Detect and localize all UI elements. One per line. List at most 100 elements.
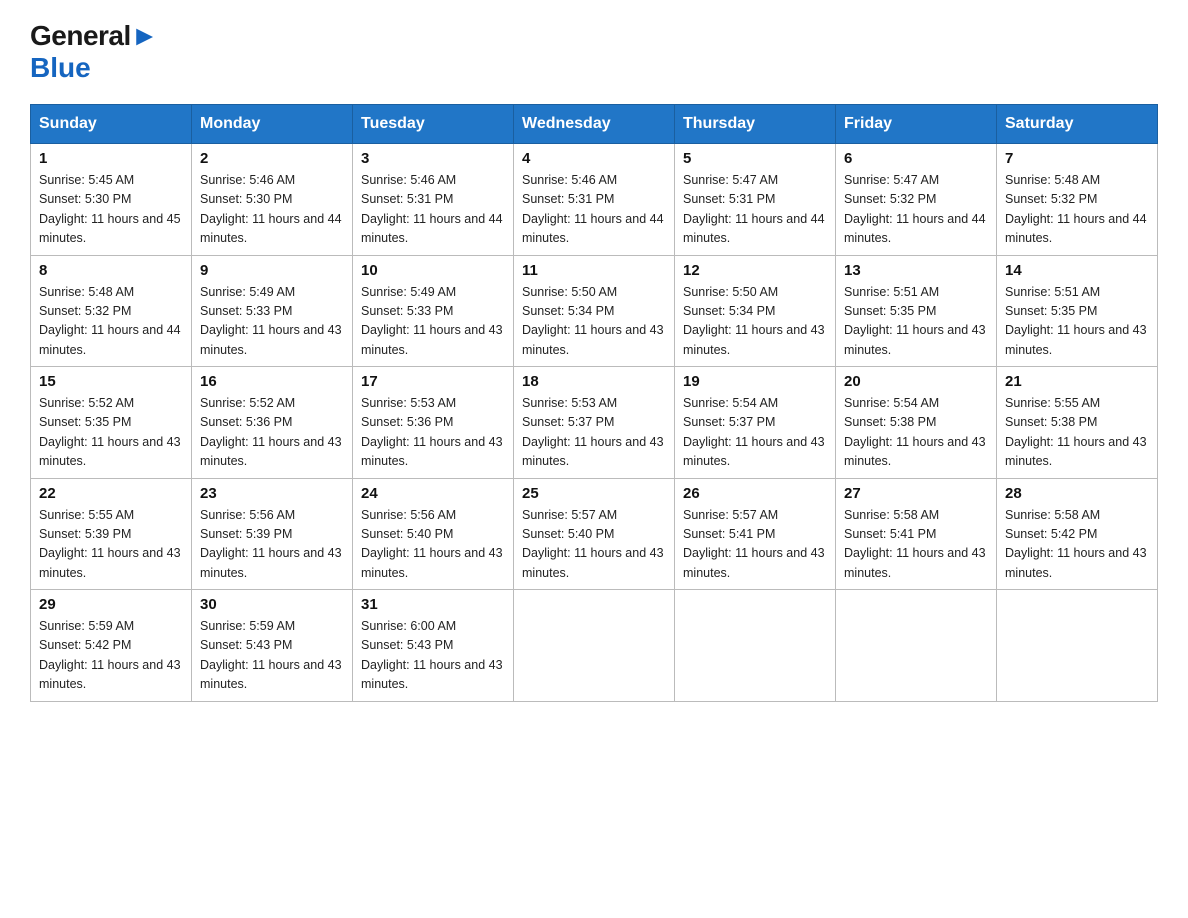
sunrise-label: Sunrise: 5:47 AM: [683, 173, 778, 187]
day-info: Sunrise: 5:51 AM Sunset: 5:35 PM Dayligh…: [1005, 283, 1149, 361]
day-info: Sunrise: 5:47 AM Sunset: 5:32 PM Dayligh…: [844, 171, 988, 249]
daylight-label: Daylight: 11 hours and 43 minutes.: [361, 658, 503, 691]
day-header-saturday: Saturday: [997, 105, 1158, 144]
daylight-label: Daylight: 11 hours and 43 minutes.: [361, 435, 503, 468]
day-info: Sunrise: 5:57 AM Sunset: 5:41 PM Dayligh…: [683, 506, 827, 584]
daylight-label: Daylight: 11 hours and 44 minutes.: [361, 212, 503, 245]
calendar-header: SundayMondayTuesdayWednesdayThursdayFrid…: [31, 105, 1158, 144]
day-header-friday: Friday: [836, 105, 997, 144]
sunrise-label: Sunrise: 5:45 AM: [39, 173, 134, 187]
day-number: 6: [844, 150, 988, 167]
day-info: Sunrise: 5:50 AM Sunset: 5:34 PM Dayligh…: [683, 283, 827, 361]
day-info: Sunrise: 5:50 AM Sunset: 5:34 PM Dayligh…: [522, 283, 666, 361]
sunset-label: Sunset: 5:35 PM: [39, 415, 131, 429]
sunrise-label: Sunrise: 5:51 AM: [844, 285, 939, 299]
calendar-cell: 4 Sunrise: 5:46 AM Sunset: 5:31 PM Dayli…: [514, 144, 675, 256]
sunrise-label: Sunrise: 5:55 AM: [1005, 396, 1100, 410]
daylight-label: Daylight: 11 hours and 43 minutes.: [522, 435, 664, 468]
sunset-label: Sunset: 5:41 PM: [683, 527, 775, 541]
sunrise-label: Sunrise: 5:46 AM: [361, 173, 456, 187]
day-number: 1: [39, 150, 183, 167]
sunrise-label: Sunrise: 5:50 AM: [522, 285, 617, 299]
day-info: Sunrise: 5:56 AM Sunset: 5:40 PM Dayligh…: [361, 506, 505, 584]
daylight-label: Daylight: 11 hours and 43 minutes.: [39, 435, 181, 468]
sunset-label: Sunset: 5:36 PM: [361, 415, 453, 429]
daylight-label: Daylight: 11 hours and 43 minutes.: [200, 658, 342, 691]
calendar-body: 1 Sunrise: 5:45 AM Sunset: 5:30 PM Dayli…: [31, 144, 1158, 702]
day-number: 9: [200, 262, 344, 279]
day-number: 4: [522, 150, 666, 167]
calendar-cell: 8 Sunrise: 5:48 AM Sunset: 5:32 PM Dayli…: [31, 255, 192, 367]
day-number: 16: [200, 373, 344, 390]
day-info: Sunrise: 5:54 AM Sunset: 5:38 PM Dayligh…: [844, 394, 988, 472]
sunrise-label: Sunrise: 5:53 AM: [522, 396, 617, 410]
day-info: Sunrise: 5:46 AM Sunset: 5:30 PM Dayligh…: [200, 171, 344, 249]
daylight-label: Daylight: 11 hours and 43 minutes.: [683, 546, 825, 579]
day-info: Sunrise: 5:53 AM Sunset: 5:36 PM Dayligh…: [361, 394, 505, 472]
day-number: 12: [683, 262, 827, 279]
day-info: Sunrise: 5:49 AM Sunset: 5:33 PM Dayligh…: [361, 283, 505, 361]
day-info: Sunrise: 5:55 AM Sunset: 5:38 PM Dayligh…: [1005, 394, 1149, 472]
calendar-cell: 10 Sunrise: 5:49 AM Sunset: 5:33 PM Dayl…: [353, 255, 514, 367]
day-number: 2: [200, 150, 344, 167]
day-info: Sunrise: 5:47 AM Sunset: 5:31 PM Dayligh…: [683, 171, 827, 249]
day-info: Sunrise: 5:58 AM Sunset: 5:41 PM Dayligh…: [844, 506, 988, 584]
sunrise-label: Sunrise: 5:46 AM: [200, 173, 295, 187]
sunset-label: Sunset: 5:36 PM: [200, 415, 292, 429]
daylight-label: Daylight: 11 hours and 43 minutes.: [1005, 435, 1147, 468]
daylight-label: Daylight: 11 hours and 43 minutes.: [200, 546, 342, 579]
calendar-cell: 22 Sunrise: 5:55 AM Sunset: 5:39 PM Dayl…: [31, 478, 192, 590]
sunset-label: Sunset: 5:42 PM: [1005, 527, 1097, 541]
daylight-label: Daylight: 11 hours and 43 minutes.: [522, 546, 664, 579]
daylight-label: Daylight: 11 hours and 43 minutes.: [1005, 546, 1147, 579]
day-info: Sunrise: 5:46 AM Sunset: 5:31 PM Dayligh…: [361, 171, 505, 249]
sunset-label: Sunset: 5:37 PM: [683, 415, 775, 429]
sunset-label: Sunset: 5:33 PM: [361, 304, 453, 318]
sunset-label: Sunset: 5:30 PM: [200, 192, 292, 206]
day-number: 3: [361, 150, 505, 167]
calendar-cell: 20 Sunrise: 5:54 AM Sunset: 5:38 PM Dayl…: [836, 367, 997, 479]
calendar-cell: 18 Sunrise: 5:53 AM Sunset: 5:37 PM Dayl…: [514, 367, 675, 479]
daylight-label: Daylight: 11 hours and 43 minutes.: [844, 546, 986, 579]
day-header-thursday: Thursday: [675, 105, 836, 144]
daylight-label: Daylight: 11 hours and 43 minutes.: [200, 435, 342, 468]
calendar-cell: 15 Sunrise: 5:52 AM Sunset: 5:35 PM Dayl…: [31, 367, 192, 479]
calendar-cell: 14 Sunrise: 5:51 AM Sunset: 5:35 PM Dayl…: [997, 255, 1158, 367]
sunrise-label: Sunrise: 5:56 AM: [361, 508, 456, 522]
day-number: 24: [361, 485, 505, 502]
calendar-cell: 26 Sunrise: 5:57 AM Sunset: 5:41 PM Dayl…: [675, 478, 836, 590]
sunset-label: Sunset: 5:42 PM: [39, 638, 131, 652]
sunrise-label: Sunrise: 5:57 AM: [522, 508, 617, 522]
sunrise-label: Sunrise: 5:59 AM: [39, 619, 134, 633]
day-info: Sunrise: 5:59 AM Sunset: 5:42 PM Dayligh…: [39, 617, 183, 695]
day-header-wednesday: Wednesday: [514, 105, 675, 144]
calendar-cell: 30 Sunrise: 5:59 AM Sunset: 5:43 PM Dayl…: [192, 590, 353, 702]
daylight-label: Daylight: 11 hours and 44 minutes.: [1005, 212, 1147, 245]
calendar-cell: [514, 590, 675, 702]
day-info: Sunrise: 5:46 AM Sunset: 5:31 PM Dayligh…: [522, 171, 666, 249]
sunrise-label: Sunrise: 5:55 AM: [39, 508, 134, 522]
day-number: 27: [844, 485, 988, 502]
sunset-label: Sunset: 5:43 PM: [361, 638, 453, 652]
sunrise-label: Sunrise: 5:50 AM: [683, 285, 778, 299]
day-info: Sunrise: 5:55 AM Sunset: 5:39 PM Dayligh…: [39, 506, 183, 584]
day-info: Sunrise: 5:56 AM Sunset: 5:39 PM Dayligh…: [200, 506, 344, 584]
day-number: 14: [1005, 262, 1149, 279]
sunrise-label: Sunrise: 5:48 AM: [1005, 173, 1100, 187]
calendar-cell: [675, 590, 836, 702]
calendar-cell: 25 Sunrise: 5:57 AM Sunset: 5:40 PM Dayl…: [514, 478, 675, 590]
sunset-label: Sunset: 5:31 PM: [683, 192, 775, 206]
day-info: Sunrise: 5:59 AM Sunset: 5:43 PM Dayligh…: [200, 617, 344, 695]
daylight-label: Daylight: 11 hours and 44 minutes.: [844, 212, 986, 245]
daylight-label: Daylight: 11 hours and 43 minutes.: [683, 323, 825, 356]
daylight-label: Daylight: 11 hours and 43 minutes.: [683, 435, 825, 468]
sunrise-label: Sunrise: 5:53 AM: [361, 396, 456, 410]
sunrise-label: Sunrise: 5:52 AM: [39, 396, 134, 410]
calendar-cell: 2 Sunrise: 5:46 AM Sunset: 5:30 PM Dayli…: [192, 144, 353, 256]
calendar-cell: 29 Sunrise: 5:59 AM Sunset: 5:42 PM Dayl…: [31, 590, 192, 702]
calendar-cell: 16 Sunrise: 5:52 AM Sunset: 5:36 PM Dayl…: [192, 367, 353, 479]
day-info: Sunrise: 5:51 AM Sunset: 5:35 PM Dayligh…: [844, 283, 988, 361]
day-number: 13: [844, 262, 988, 279]
day-number: 18: [522, 373, 666, 390]
calendar-cell: 24 Sunrise: 5:56 AM Sunset: 5:40 PM Dayl…: [353, 478, 514, 590]
